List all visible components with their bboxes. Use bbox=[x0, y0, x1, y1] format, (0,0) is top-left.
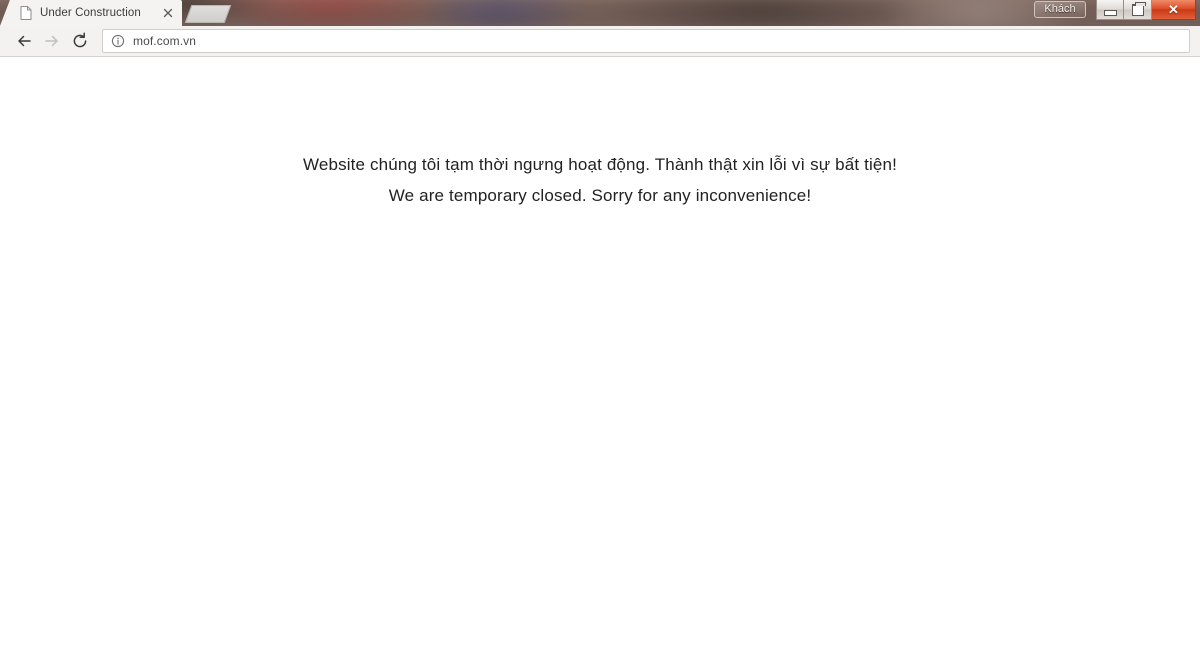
back-button[interactable] bbox=[10, 27, 38, 55]
page-content: Website chúng tôi tạm thời ngưng hoạt độ… bbox=[0, 57, 1200, 650]
info-circle-icon[interactable] bbox=[111, 34, 125, 48]
forward-button[interactable] bbox=[38, 27, 66, 55]
message-line-vietnamese: Website chúng tôi tạm thời ngưng hoạt độ… bbox=[302, 155, 898, 174]
close-icon[interactable] bbox=[160, 5, 176, 21]
reload-button[interactable] bbox=[66, 27, 94, 55]
minimize-button[interactable] bbox=[1096, 0, 1124, 20]
browser-window: Under Construction Khách ✕ mof.com.vn We… bbox=[0, 0, 1200, 650]
maximize-icon bbox=[1131, 1, 1146, 16]
page-icon bbox=[20, 6, 32, 20]
address-bar-url: mof.com.vn bbox=[133, 34, 197, 48]
minimize-icon bbox=[1103, 9, 1117, 16]
reload-icon bbox=[70, 31, 90, 51]
tab-title: Under Construction bbox=[40, 7, 141, 19]
guest-profile-button[interactable]: Khách bbox=[1034, 1, 1086, 18]
forward-arrow-icon bbox=[42, 31, 62, 51]
browser-toolbar: mof.com.vn bbox=[0, 26, 1200, 57]
title-bar: Under Construction Khách ✕ bbox=[0, 0, 1200, 26]
maximize-button[interactable] bbox=[1124, 0, 1152, 20]
back-arrow-icon bbox=[14, 31, 34, 51]
message-line-english: We are temporary closed. Sorry for any i… bbox=[388, 186, 812, 205]
new-tab-button[interactable] bbox=[184, 5, 232, 23]
address-bar[interactable]: mof.com.vn bbox=[102, 29, 1190, 53]
close-window-icon: ✕ bbox=[1168, 2, 1179, 17]
browser-tab[interactable]: Under Construction bbox=[0, 0, 182, 26]
window-controls: Khách ✕ bbox=[1034, 0, 1196, 22]
close-window-button[interactable]: ✕ bbox=[1152, 0, 1196, 20]
under-construction-message: Website chúng tôi tạm thời ngưng hoạt độ… bbox=[0, 149, 1200, 211]
